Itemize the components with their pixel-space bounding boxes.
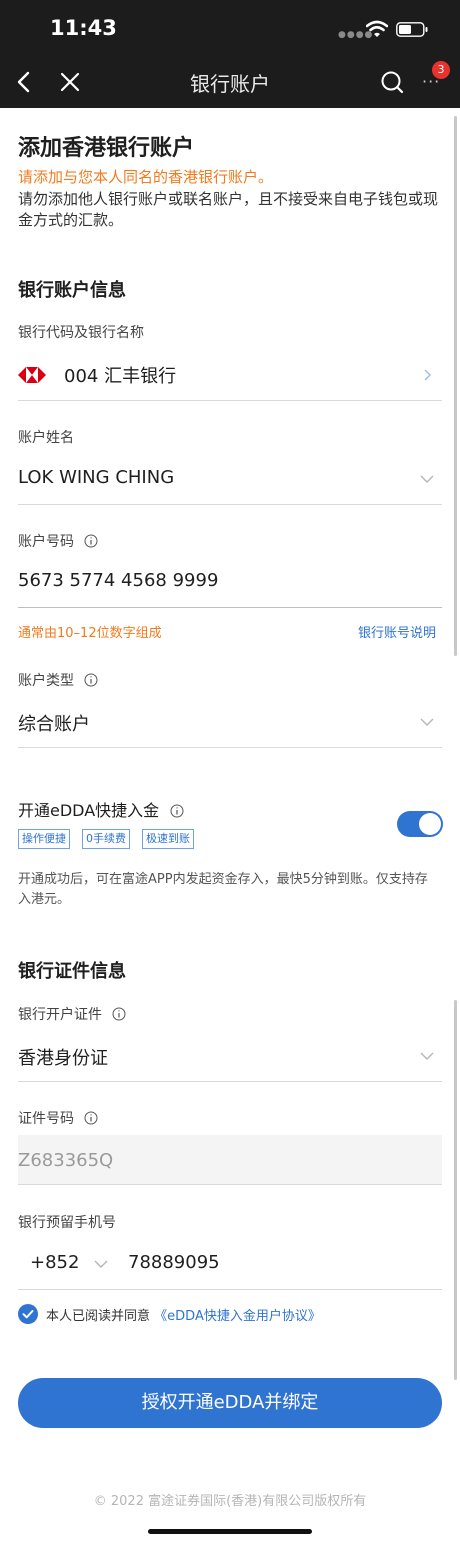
phone-number-field[interactable]: 78889095 — [128, 1252, 220, 1273]
bank-select[interactable]: 004 汇丰银行 — [64, 362, 176, 388]
account-number-field[interactable]: 5673 5774 4568 9999 — [18, 570, 218, 591]
account-number-label-text: 账户号码 — [18, 534, 74, 550]
chevron-down-icon[interactable] — [94, 1257, 108, 1271]
search-icon[interactable] — [378, 68, 406, 96]
authorize-submit-button[interactable]: 授权开通eDDA并绑定 — [18, 1378, 442, 1428]
edda-title-text: 开通eDDA快捷入金 — [18, 801, 160, 820]
account-name-label: 账户姓名 — [18, 430, 74, 446]
edda-title: 开通eDDA快捷入金 — [18, 797, 184, 821]
chevron-down-icon[interactable] — [420, 1049, 434, 1063]
account-type-label-text: 账户类型 — [18, 673, 74, 689]
account-restriction-note: 请勿添加他人银行账户或联名账户，且不接受来自电子钱包或现金方式的汇款。 — [18, 190, 439, 229]
wifi-icon — [366, 20, 388, 37]
hsbc-logo-icon — [18, 367, 46, 383]
chevron-down-icon[interactable] — [420, 472, 434, 486]
agreement-link[interactable]: 《eDDA快捷入金用户协议》 — [154, 1309, 321, 1324]
account-number-label: 账户号码 — [18, 531, 98, 551]
status-time: 11:43 — [50, 16, 117, 40]
home-indicator — [148, 1529, 312, 1534]
id-number-label: 证件号码 — [18, 1108, 98, 1128]
edda-description: 开通成功后，可在富途APP内发起资金存入，最快5分钟到账。仅支持存入港元。 — [18, 872, 428, 907]
same-name-warning: 请添加与您本人同名的香港银行账户。 — [18, 168, 274, 186]
id-info-section-title: 银行证件信息 — [18, 961, 126, 982]
bank-info-section-title: 银行账户信息 — [18, 280, 126, 301]
bank-code-label: 银行代码及银行名称 — [18, 325, 144, 341]
edda-tag: 0手续费 — [82, 829, 130, 849]
info-icon[interactable] — [170, 804, 184, 818]
nav-bar: 银行账户 ··· — [0, 56, 460, 108]
notification-badge: 3 — [432, 61, 450, 79]
divider — [18, 1081, 442, 1082]
id-number-label-text: 证件号码 — [18, 1111, 74, 1127]
agreement-prefix: 本人已阅读并同意 — [46, 1309, 151, 1324]
status-bar: 11:43 ●●●● — [0, 0, 460, 56]
phone-label: 银行预留手机号 — [18, 1215, 116, 1231]
chevron-down-icon[interactable] — [420, 715, 434, 729]
scrollbar-indicator — [454, 1000, 457, 1380]
phone-country-code-select[interactable]: +852 — [30, 1252, 79, 1273]
edda-tag: 极速到账 — [142, 829, 194, 849]
battery-icon — [396, 22, 428, 37]
info-icon[interactable] — [112, 1007, 126, 1021]
account-number-hint: 通常由10–12位数字组成 — [18, 626, 162, 641]
id-number-value: Z683365Q — [18, 1150, 114, 1171]
scrollbar-indicator — [454, 116, 457, 656]
edda-tag: 操作便捷 — [18, 829, 70, 849]
info-icon[interactable] — [84, 1111, 98, 1125]
page-title: 添加香港银行账户 — [18, 136, 195, 161]
divider — [18, 1289, 442, 1290]
agreement-checkbox-icon[interactable] — [18, 1304, 38, 1324]
divider — [18, 607, 442, 608]
id-document-label: 银行开户证件 — [18, 1004, 126, 1024]
divider — [18, 400, 442, 401]
info-icon[interactable] — [84, 534, 98, 548]
divider — [18, 747, 442, 748]
edda-toggle[interactable] — [397, 811, 443, 837]
account-number-help-link[interactable]: 银行账号说明 — [358, 622, 436, 641]
info-icon[interactable] — [84, 673, 98, 687]
account-name-field[interactable]: LOK WING CHING — [18, 467, 174, 488]
account-type-label: 账户类型 — [18, 670, 98, 690]
account-type-select[interactable]: 综合账户 — [18, 710, 90, 736]
id-document-label-text: 银行开户证件 — [18, 1007, 102, 1023]
divider — [18, 504, 442, 505]
chevron-right-icon[interactable] — [420, 368, 434, 382]
agreement-text: 本人已阅读并同意 《eDDA快捷入金用户协议》 — [46, 1305, 321, 1324]
id-document-select[interactable]: 香港身份证 — [18, 1044, 108, 1070]
copyright-footer: © 2022 富途证券国际(香港)有限公司版权所有 — [93, 1494, 367, 1509]
toggle-knob — [419, 813, 441, 835]
